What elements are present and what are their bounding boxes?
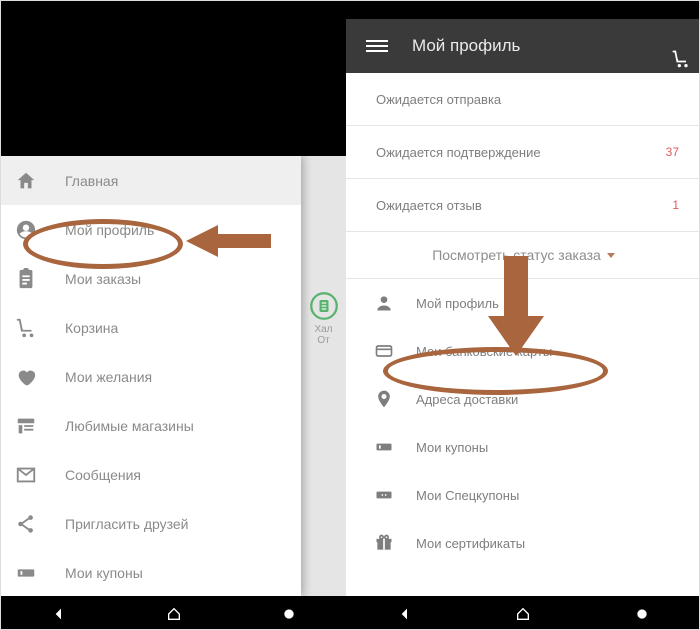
location-icon <box>374 389 394 409</box>
back-icon[interactable] <box>397 606 413 622</box>
nav-label: Мои купоны <box>65 565 143 581</box>
clipboard-icon <box>15 268 37 290</box>
status-review[interactable]: Ожидается отзыв 1 <box>346 179 700 232</box>
acct-label: Адреса доставки <box>416 392 518 407</box>
coupon-icon <box>15 562 37 584</box>
hamburger-icon[interactable] <box>366 37 388 55</box>
view-order-status[interactable]: Посмотреть статус заказа <box>346 232 700 279</box>
nav-home[interactable]: Главная <box>1 156 301 205</box>
home-icon <box>15 170 37 192</box>
cart-icon <box>15 317 37 339</box>
recent-icon[interactable] <box>281 606 297 622</box>
status-confirmation[interactable]: Ожидается подтверждение 37 <box>346 126 700 179</box>
acct-gift[interactable]: Мои сертификаты <box>346 519 700 567</box>
home-nav-icon[interactable] <box>166 606 182 622</box>
drawer-backdrop[interactable] <box>301 156 346 596</box>
statusbar <box>346 1 700 19</box>
nav-invite[interactable]: Пригласить друзей <box>1 499 301 548</box>
nav-wishlist[interactable]: Мои желания <box>1 352 301 401</box>
acct-cards[interactable]: Мои банковские карты <box>346 327 700 375</box>
mail-icon <box>15 464 37 486</box>
android-navbar <box>1 596 346 630</box>
chevron-down-icon <box>607 253 615 258</box>
appbar-title: Мой профиль <box>412 36 520 56</box>
back-icon[interactable] <box>51 606 67 622</box>
acct-spec-coupons[interactable]: Мои Спецкупоны <box>346 471 700 519</box>
acct-address[interactable]: Адреса доставки <box>346 375 700 423</box>
acct-label: Мои банковские карты <box>416 344 552 359</box>
navigation-drawer: Главная Мой профиль Мои заказы Корзина М… <box>1 156 301 596</box>
status-label: Ожидается отзыв <box>376 198 482 213</box>
card-icon <box>374 341 394 361</box>
heart-icon <box>15 366 37 388</box>
nav-profile[interactable]: Мой профиль <box>1 205 301 254</box>
left-phone: Хал От Главная Мой профиль Мои заказы Ко… <box>1 1 346 630</box>
nav-label: Главная <box>65 173 118 189</box>
nav-fav-stores[interactable]: Любимые магазины <box>1 401 301 450</box>
nav-label: Мои желания <box>65 369 152 385</box>
nav-label: Мой профиль <box>65 222 154 238</box>
coupon-icon <box>374 437 394 457</box>
background-content-peek: Хал От <box>301 291 346 346</box>
appbar: Мой профиль <box>346 19 700 73</box>
home-nav-icon[interactable] <box>515 606 531 622</box>
nav-coupons[interactable]: Мои купоны <box>1 548 301 597</box>
status-shipping[interactable]: Ожидается отправка <box>346 73 700 126</box>
nav-messages[interactable]: Сообщения <box>1 450 301 499</box>
user-icon <box>15 219 37 241</box>
view-status-label: Посмотреть статус заказа <box>432 247 601 263</box>
acct-label: Мои сертификаты <box>416 536 525 551</box>
cart-icon[interactable] <box>671 49 691 74</box>
user-icon <box>374 293 394 313</box>
android-navbar <box>346 596 700 630</box>
nav-label: Мои заказы <box>65 271 141 287</box>
right-phone: Мой профиль Ожидается отправка Ожидается… <box>346 1 700 630</box>
nav-label: Сообщения <box>65 467 141 483</box>
nav-label: Любимые магазины <box>65 418 194 434</box>
profile-content: Ожидается отправка Ожидается подтвержден… <box>346 73 700 596</box>
nav-label: Корзина <box>65 320 118 336</box>
nav-label: Пригласить друзей <box>65 516 189 532</box>
gift-icon <box>374 533 394 553</box>
store-icon <box>15 415 37 437</box>
status-count: 37 <box>666 145 679 159</box>
status-label: Ожидается подтверждение <box>376 145 541 160</box>
acct-profile[interactable]: Мой профиль <box>346 279 700 327</box>
recent-icon[interactable] <box>634 606 650 622</box>
status-label: Ожидается отправка <box>376 92 501 107</box>
nav-orders[interactable]: Мои заказы <box>1 254 301 303</box>
ticket-icon <box>374 485 394 505</box>
acct-label: Мой профиль <box>416 296 499 311</box>
acct-label: Мои купоны <box>416 440 488 455</box>
statusbar-area <box>1 1 346 156</box>
share-icon <box>15 513 37 535</box>
acct-label: Мои Спецкупоны <box>416 488 519 503</box>
acct-coupons[interactable]: Мои купоны <box>346 423 700 471</box>
nav-cart[interactable]: Корзина <box>1 303 301 352</box>
status-count: 1 <box>672 198 679 212</box>
